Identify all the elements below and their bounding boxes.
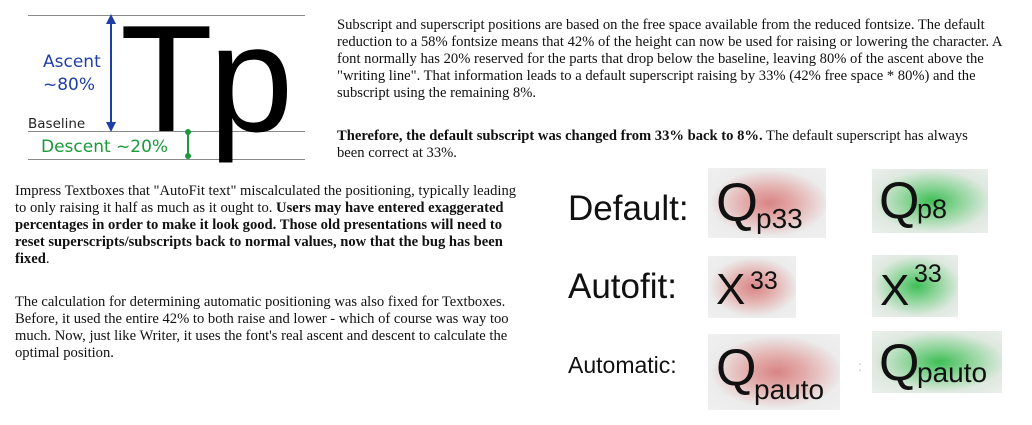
- default-after-subscript: p8: [917, 194, 948, 224]
- default-after-sample: Q p8: [872, 169, 988, 233]
- autofit-before-sample: X 33: [708, 256, 796, 318]
- font-metrics-diagram: Tp Ascent ~80% Baseline Descent ~20%: [0, 0, 310, 175]
- descent-arrow: [185, 129, 191, 159]
- automatic-after-sample: Q pauto: [872, 331, 1002, 393]
- autofit-after-superscript: 33: [914, 260, 942, 288]
- default-before-base: Q: [716, 173, 759, 233]
- autofit-after-base: X: [880, 266, 910, 315]
- autofit-before-base: X: [716, 265, 746, 314]
- automatic-positioning-paragraph: The calculation for determining automati…: [15, 294, 509, 361]
- automatic-row-label: Automatic:: [568, 352, 677, 378]
- autofit-after-sample: X 33: [872, 255, 958, 317]
- descent-label: Descent ~20%: [41, 137, 169, 157]
- superscript-explanation-paragraph: Subscript and superscript positions are …: [337, 17, 1002, 101]
- autofit-paragraph-end: .: [45, 251, 50, 267]
- separator-mark: :: [858, 358, 862, 374]
- autofit-textbox-paragraph: Impress Textboxes that "AutoFit text" mi…: [15, 183, 520, 268]
- default-before-sample: Q p33: [708, 168, 826, 238]
- automatic-after-subscript: pauto: [917, 357, 988, 388]
- tp-glyphs: Tp: [120, 0, 293, 164]
- baseline-label: Baseline: [28, 116, 86, 132]
- ascent-arrow: [106, 14, 116, 132]
- autofit-row-label: Autofit:: [568, 267, 677, 306]
- automatic-before-base: Q: [716, 339, 757, 397]
- default-before-subscript: p33: [756, 203, 803, 234]
- ascent-value: ~80%: [43, 75, 96, 95]
- automatic-before-sample: Q pauto: [708, 334, 840, 410]
- automatic-after-base: Q: [879, 334, 920, 392]
- ascent-label: Ascent: [43, 52, 101, 72]
- automatic-before-subscript: pauto: [754, 374, 825, 405]
- default-after-base: Q: [879, 172, 920, 230]
- default-subscript-change-paragraph: Therefore, the default subscript was cha…: [337, 128, 997, 162]
- default-row-label: Default:: [568, 189, 689, 228]
- autofit-before-superscript: 33: [750, 267, 778, 295]
- default-subscript-change-bold: Therefore, the default subscript was cha…: [337, 128, 763, 144]
